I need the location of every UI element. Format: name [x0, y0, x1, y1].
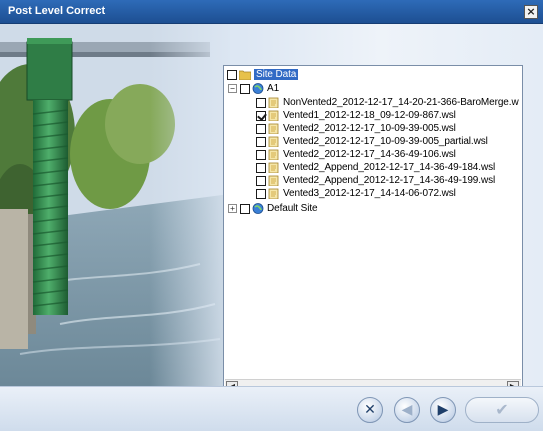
file-label: Vented2_Append_2012-12-17_14-36-49-199.w… [283, 175, 496, 186]
file-label: Vented3_2012-12-17_14-14-06-072.wsl [283, 188, 456, 199]
file-checkbox[interactable] [256, 162, 266, 173]
tree-file-item[interactable]: Vented2_2012-12-17_10-09-39-005_partial.… [256, 135, 488, 148]
site-data-tree[interactable]: Site Data − A1 NonVented2_2012-12-17_14-… [223, 65, 523, 386]
tree-site-a1[interactable]: − A1 [228, 82, 279, 95]
file-icon [268, 149, 279, 160]
file-label: Vented2_2012-12-17_14-36-49-106.wsl [283, 149, 456, 160]
file-checkbox[interactable] [256, 175, 266, 186]
globe-icon [252, 203, 264, 214]
title-bar[interactable]: Post Level Correct × [0, 0, 543, 24]
file-icon [268, 188, 279, 199]
window-title: Post Level Correct [8, 5, 106, 17]
tree-root-label[interactable]: Site Data [254, 69, 299, 80]
site-default-checkbox[interactable] [240, 203, 250, 214]
ok-button[interactable]: ✔ [465, 397, 539, 423]
tree-file-item[interactable]: Vented2_2012-12-17_14-36-49-106.wsl [256, 148, 456, 161]
file-checkbox[interactable] [256, 123, 266, 134]
site-a1-checkbox[interactable] [240, 83, 250, 94]
tree-file-item[interactable]: Vented3_2012-12-17_14-14-06-072.wsl [256, 187, 456, 200]
site-default-label: Default Site [267, 203, 318, 214]
tree-file-item[interactable]: Vented1_2012-12-18_09-12-09-867.wsl [256, 109, 456, 122]
horizontal-scrollbar[interactable]: ◀ ▶ [225, 379, 521, 386]
file-label: Vented1_2012-12-18_09-12-09-867.wsl [283, 110, 456, 121]
file-checkbox[interactable] [256, 97, 266, 108]
expand-icon[interactable]: + [228, 204, 237, 213]
file-checkbox[interactable] [256, 188, 266, 199]
close-button[interactable]: × [524, 5, 538, 19]
tree-file-item[interactable]: Vented2_2012-12-17_10-09-39-005.wsl [256, 122, 456, 135]
file-icon [268, 136, 279, 147]
next-button[interactable]: ▶ [430, 397, 456, 423]
file-label: Vented2_2012-12-17_10-09-39-005_partial.… [283, 136, 488, 147]
button-bar: ✕ ◀ ▶ ✔ [0, 386, 543, 431]
cancel-button[interactable]: ✕ [357, 397, 383, 423]
file-label: NonVented2_2012-12-17_14-20-21-366-BaroM… [283, 97, 519, 108]
root-checkbox[interactable] [227, 69, 237, 80]
file-icon [268, 162, 279, 173]
tree-file-item[interactable]: Vented2_Append_2012-12-17_14-36-49-199.w… [256, 174, 495, 187]
post-level-correct-window: Post Level Correct × Site Data − A1 NonV… [0, 0, 543, 431]
tree-file-item[interactable]: NonVented2_2012-12-17_14-20-21-366-BaroM… [256, 96, 519, 109]
tree-site-default[interactable]: + Default Site [228, 202, 318, 215]
site-a1-label: A1 [267, 83, 280, 94]
background-photo: Site Data − A1 NonVented2_2012-12-17_14-… [0, 24, 543, 386]
collapse-icon[interactable]: − [228, 84, 237, 93]
file-checkbox-checked[interactable] [256, 110, 266, 121]
file-label: Vented2_2012-12-17_10-09-39-005.wsl [283, 123, 456, 134]
file-icon [268, 123, 279, 134]
tree-root[interactable]: Site Data [227, 68, 299, 81]
file-checkbox[interactable] [256, 149, 266, 160]
file-icon [268, 97, 279, 108]
folder-icon [239, 70, 251, 80]
file-checkbox[interactable] [256, 136, 266, 147]
file-label: Vented2_Append_2012-12-17_14-36-49-184.w… [283, 162, 496, 173]
tree-file-item[interactable]: Vented2_Append_2012-12-17_14-36-49-184.w… [256, 161, 495, 174]
back-button[interactable]: ◀ [394, 397, 420, 423]
file-icon [268, 175, 279, 186]
globe-icon [252, 83, 264, 94]
file-icon [268, 110, 279, 121]
